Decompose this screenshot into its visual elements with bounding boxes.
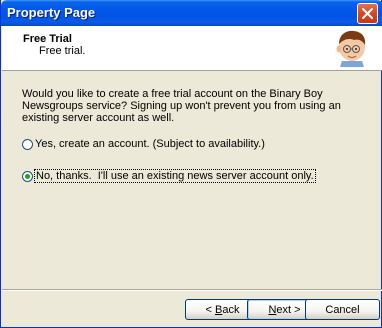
header-title: Free Trial (23, 33, 72, 45)
window-title: Property Page (7, 5, 96, 20)
back-button-rest: ack (222, 303, 240, 316)
existing-account-option[interactable]: No, thanks. I'll use an existing news se… (22, 169, 316, 183)
title-bar[interactable]: Property Page (1, 0, 382, 26)
create-account-label: Yes, create an account. (Subject to avai… (35, 138, 265, 150)
property-page-window: Property Page Free Trial Free trial. Wou… (0, 0, 382, 328)
back-button-prefix: < (205, 303, 215, 316)
header-subtitle: Free trial. (39, 45, 86, 57)
back-button-access-key: B (215, 303, 223, 316)
existing-account-label: No, thanks. I'll use an existing news se… (34, 169, 316, 183)
cartoon-boy-avatar-icon (336, 30, 366, 67)
cancel-button[interactable]: Cancel (305, 299, 380, 320)
wizard-header: Free Trial Free trial. (2, 26, 382, 71)
close-button[interactable] (357, 3, 378, 24)
existing-account-radio[interactable] (22, 170, 33, 182)
create-account-radio[interactable] (22, 138, 33, 150)
create-account-option[interactable]: Yes, create an account. (Subject to avai… (22, 138, 265, 150)
next-button-rest: ext > (276, 303, 301, 316)
footer-separator (2, 289, 382, 291)
next-button-access-key: N (268, 303, 277, 316)
description-text: Would you like to create a free trial ac… (22, 88, 341, 124)
close-icon (362, 8, 373, 19)
